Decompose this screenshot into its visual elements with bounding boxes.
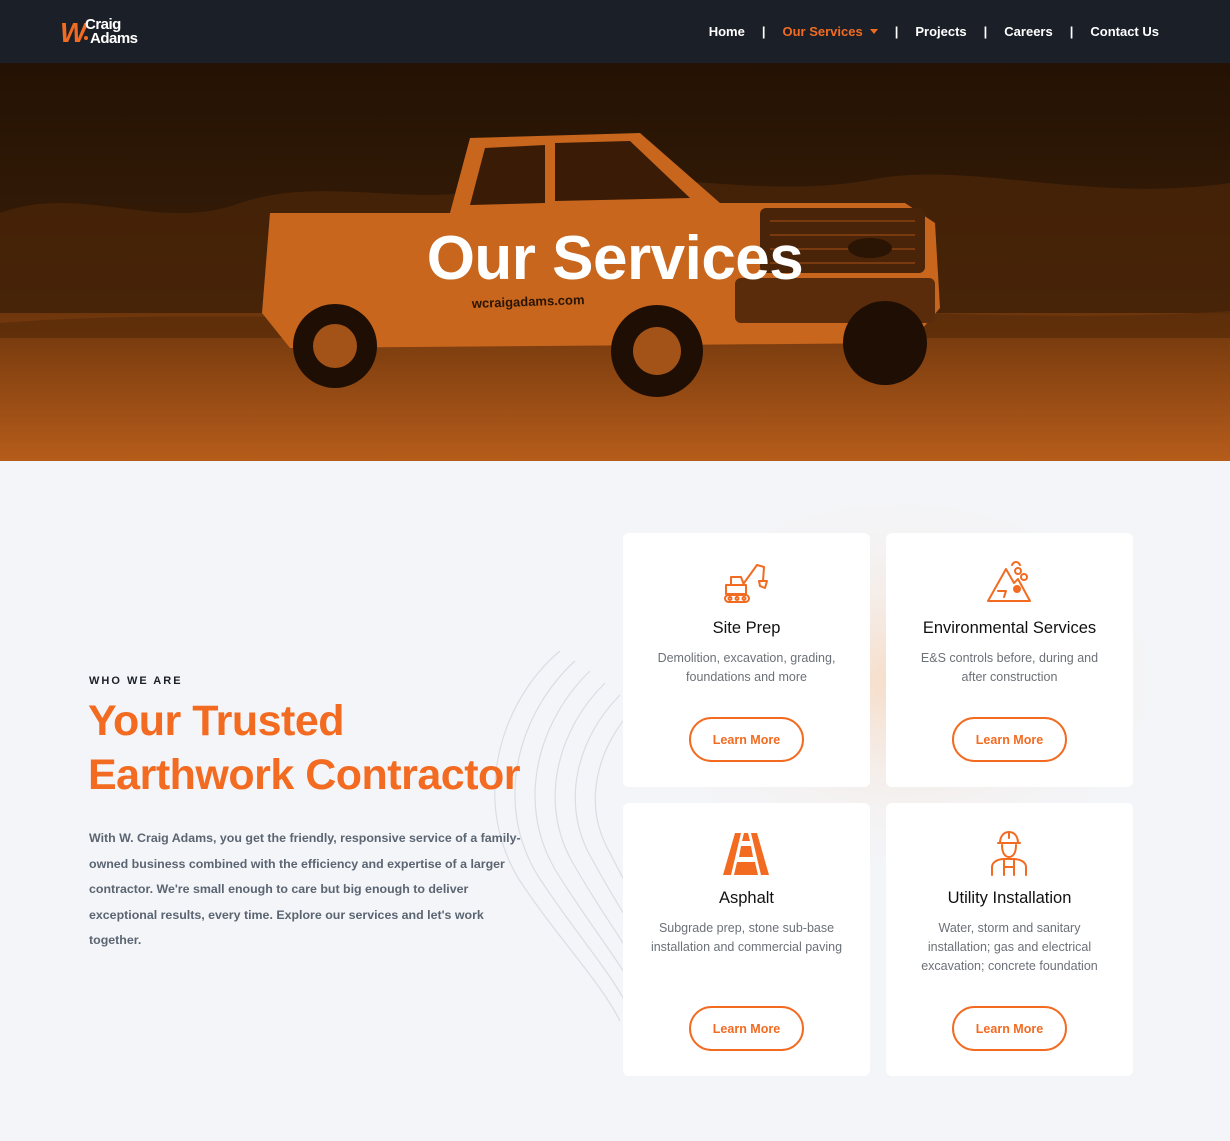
learn-more-button[interactable]: Learn More <box>689 717 804 762</box>
nav-our-services[interactable]: Our Services <box>782 24 878 39</box>
service-title: Site Prep <box>712 619 781 637</box>
service-title: Asphalt <box>718 889 775 907</box>
service-card-environmental-services: Environmental Services E&S controls befo… <box>886 533 1133 787</box>
logo-w-mark: W <box>60 17 86 48</box>
section-eyebrow: WHO WE ARE <box>89 675 183 687</box>
learn-more-button[interactable]: Learn More <box>952 717 1067 762</box>
environment-icon <box>987 561 1031 602</box>
nav-separator: | <box>761 24 766 39</box>
service-description: Water, storm and sanitary installation; … <box>921 921 1098 973</box>
service-description: Demolition, excavation, grading, foundat… <box>657 651 836 684</box>
nav-our-services-label: Our Services <box>782 24 863 39</box>
nav-separator: | <box>983 24 988 39</box>
service-title: Environmental Services <box>922 619 1097 637</box>
nav-separator: | <box>1069 24 1074 39</box>
service-card-site-prep: Site Prep Demolition, excavation, gradin… <box>623 533 870 787</box>
top-navbar: W Craig Adams Home | Our Services | Proj… <box>0 0 1230 63</box>
service-title: Utility Installation <box>947 889 1072 907</box>
nav-careers[interactable]: Careers <box>1004 24 1052 39</box>
learn-more-button[interactable]: Learn More <box>952 1006 1067 1051</box>
main-menu: Home | Our Services | Projects | Careers… <box>709 0 1159 63</box>
nav-separator: | <box>894 24 899 39</box>
nav-home[interactable]: Home <box>709 24 745 39</box>
service-card-asphalt: Asphalt Subgrade prep, stone sub-base in… <box>623 803 870 1076</box>
hero-banner: wcraigadams.com Our Services <box>0 63 1230 461</box>
headline-line-1: Your Trusted <box>88 697 345 745</box>
road-icon <box>723 833 769 875</box>
logo-adams-text: Adams <box>90 30 138 47</box>
learn-more-button[interactable]: Learn More <box>689 1006 804 1051</box>
service-description: Subgrade prep, stone sub-base installati… <box>650 921 843 954</box>
caret-down-icon <box>869 29 878 34</box>
excavator-icon <box>724 564 768 603</box>
page-title: Our Services <box>426 224 804 293</box>
logo-dot <box>84 36 88 40</box>
section-body: With W. Craig Adams, you get the friendl… <box>89 831 521 947</box>
worker-icon <box>991 831 1027 876</box>
headline-line-2: Earthwork Contractor <box>88 751 521 799</box>
section-headline: Your Trusted Earthwork Contractor <box>88 694 558 802</box>
nav-contact-us[interactable]: Contact Us <box>1090 24 1159 39</box>
nav-projects[interactable]: Projects <box>915 24 966 39</box>
service-description: E&S controls before, during and after co… <box>920 651 1099 684</box>
brand-logo[interactable]: W Craig Adams <box>60 17 152 47</box>
service-card-utility-installation: Utility Installation Water, storm and sa… <box>886 803 1133 1076</box>
